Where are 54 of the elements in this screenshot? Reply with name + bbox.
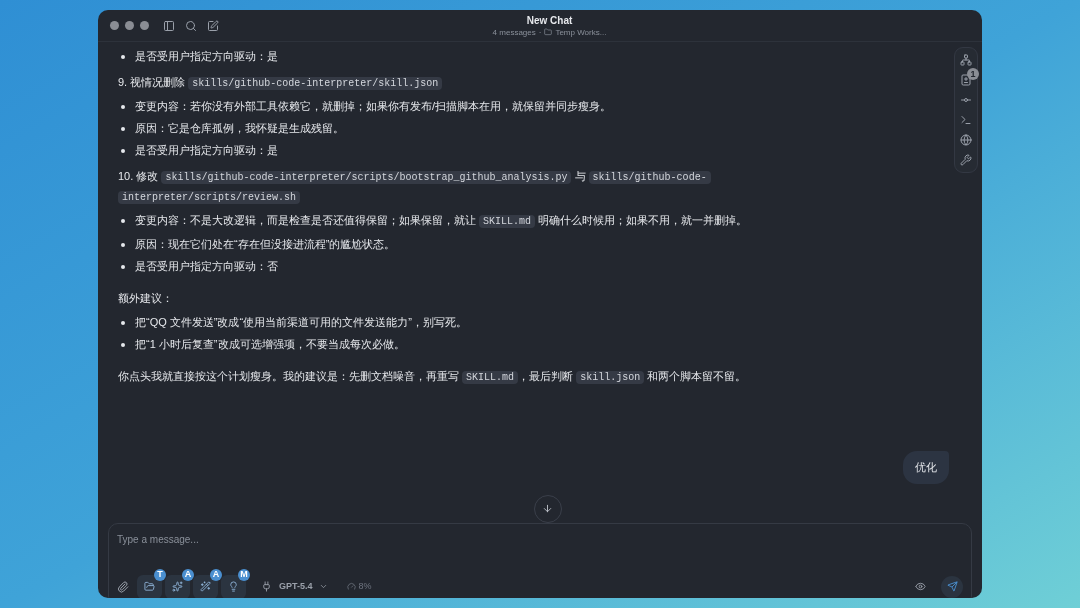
bullet-icon — [121, 127, 125, 131]
count-badge: 1 — [967, 68, 979, 80]
globe-icon[interactable] — [960, 134, 972, 146]
bullet-text: 是否受用户指定方向驱动：是 — [135, 49, 278, 64]
context-usage: 8% — [358, 579, 372, 593]
separator-dot: · — [538, 26, 542, 38]
sparkles-icon — [172, 581, 183, 592]
attach-icon[interactable] — [117, 580, 129, 593]
bullet-text: 是否受用户指定方向驱动：否 — [135, 259, 278, 274]
bullet-icon — [121, 343, 125, 347]
bullet-text: 把“1 小时后复查”改成可选增强项，不要当成每次必做。 — [135, 337, 405, 352]
bullet-icon — [121, 105, 125, 109]
tool-badge: T — [154, 568, 166, 581]
message-input[interactable]: Type a message... — [117, 531, 963, 547]
chevron-down-icon — [318, 582, 328, 591]
eye-icon[interactable] — [915, 581, 926, 592]
numbered-item: 9. 视情况删除 skills/github-code-interpreter/skill.json — [118, 73, 798, 93]
folder-icon — [144, 581, 155, 592]
search-icon[interactable] — [185, 19, 197, 32]
lightbulb-icon — [228, 581, 239, 592]
bullet-icon — [121, 265, 125, 269]
bullet-text: 原因：它是仓库孤例，我怀疑是生成残留。 — [135, 121, 344, 136]
workspace-name: Temp Works... — [555, 26, 607, 38]
tree-icon[interactable] — [960, 54, 972, 66]
magic-wand-icon — [200, 581, 211, 592]
tool-badge: A — [210, 568, 222, 581]
terminal-icon[interactable] — [960, 114, 972, 126]
plug-icon — [261, 581, 272, 592]
send-button[interactable] — [941, 575, 963, 598]
user-message-bubble: 优化 — [903, 451, 949, 484]
arrow-down-icon — [542, 503, 553, 514]
bullet-icon — [121, 243, 125, 247]
bullet-text: 把“QQ 文件发送”改成“使用当前渠道可用的文件发送能力”，别写死。 — [135, 315, 467, 330]
send-icon — [946, 581, 958, 592]
bullet-text: 原因：现在它们处在“存在但没接进流程”的尴尬状态。 — [135, 237, 396, 252]
tool-badge: M — [238, 568, 250, 581]
paragraph: 你点头我就直接按这个计划瘦身。我的建议是：先删文档噪音，再重写 SKILL.md ，最后判断 skill.json 和两个脚本留不留。 — [118, 369, 748, 386]
bullet-text: 变更内容：不是大改逻辑，而是检查是否还值得保留；如果保留，就让 SKILL.md 明确什么时候用；如果不用，就一并删掉。 — [135, 213, 748, 230]
folder-icon — [544, 28, 553, 36]
bullet-icon — [121, 149, 125, 153]
new-chat-icon[interactable] — [207, 19, 219, 32]
tool-badge: A — [182, 568, 194, 581]
sidebar-toggle-icon[interactable] — [163, 19, 175, 32]
bullet-icon — [121, 321, 125, 325]
window-title: New Chat — [526, 13, 573, 27]
bullet-text: 是否受用户指定方向驱动：是 — [135, 143, 278, 158]
model-selector[interactable]: GPT-5.4 — [279, 579, 328, 594]
paragraph: 额外建议： — [118, 291, 174, 306]
gauge-icon — [346, 582, 356, 591]
bullet-icon — [121, 55, 125, 59]
bullet-text: 变更内容：若你没有外部工具依赖它，就删掉；如果你有发布/扫描脚本在用，就保留并同步瘦身。 — [135, 99, 612, 114]
wrench-icon[interactable] — [960, 154, 972, 166]
bullet-icon — [121, 219, 125, 223]
message-count: 4 messages — [492, 26, 536, 38]
